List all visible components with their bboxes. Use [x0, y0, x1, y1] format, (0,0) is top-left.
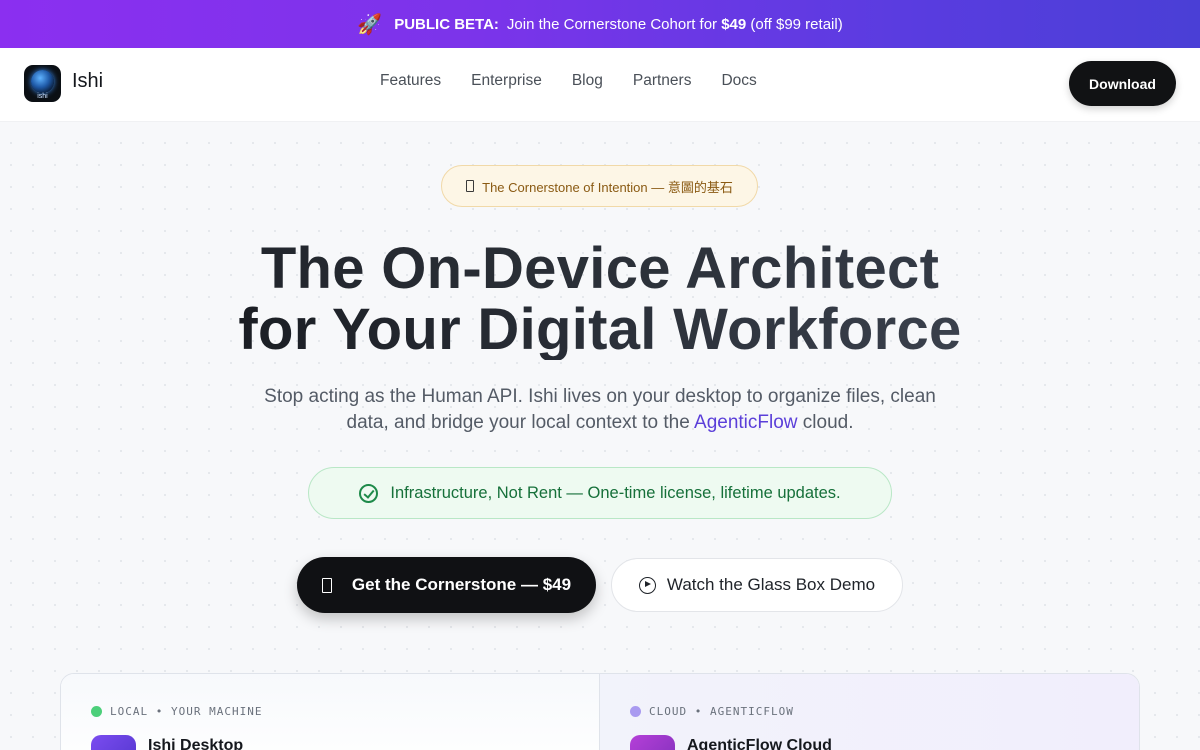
cloud-card-title: AgenticFlow Cloud [687, 737, 832, 750]
page-title: The On-Device Architect for Your Digital… [0, 238, 1200, 360]
brand-name[interactable]: Ishi [72, 70, 103, 93]
nav-links: Features Enterprise Blog Partners Docs [380, 72, 757, 90]
nav-link-features[interactable]: Features [380, 72, 441, 90]
status-dot-icon [630, 706, 641, 717]
logo-wordmark: ishi [37, 93, 48, 100]
hero-subtitle: Stop acting as the Human API. Ishi lives… [0, 384, 1200, 436]
orb-icon [31, 70, 54, 93]
status-dot-icon [91, 706, 102, 717]
watch-demo-button[interactable]: Watch the Glass Box Demo [611, 558, 903, 612]
nav-link-docs[interactable]: Docs [721, 72, 756, 90]
local-label: LOCAL • YOUR MACHINE [91, 705, 262, 718]
promo-banner[interactable]: 🚀 PUBLIC BETA: Join the Cornerstone Coho… [0, 0, 1200, 48]
local-card: LOCAL • YOUR MACHINE Ishi Desktop [61, 674, 600, 750]
architecture-panel: LOCAL • YOUR MACHINE Ishi Desktop CLOUD … [60, 673, 1140, 750]
license-text: Infrastructure, Not Rent — One-time lice… [390, 483, 841, 502]
cloud-label: CLOUD • AGENTICFLOW [630, 705, 794, 718]
nav-link-blog[interactable]: Blog [572, 72, 603, 90]
headline-line-2: for Your Digital Workforce [0, 299, 1200, 360]
subtitle-line-1: Stop acting as the Human API. Ishi lives… [264, 386, 936, 407]
download-button[interactable]: Download [1069, 61, 1176, 106]
ishi-logo[interactable]: ishi [24, 65, 61, 102]
tagline-pill: The Cornerstone of Intention — 意圖的基石 [441, 165, 758, 207]
tagline-text: The Cornerstone of Intention — 意圖的基石 [482, 179, 733, 195]
cornerstone-icon [321, 577, 332, 593]
agenticflow-cloud-icon [630, 735, 675, 750]
promo-badge: PUBLIC BETA: [394, 15, 499, 33]
watch-demo-label: Watch the Glass Box Demo [666, 575, 876, 594]
cloud-card: CLOUD • AGENTICFLOW AgenticFlow Cloud [600, 674, 1139, 750]
promo-suffix: (off $99 retail) [750, 15, 843, 33]
headline-line-1: The On-Device Architect [0, 238, 1200, 299]
license-badge: Infrastructure, Not Rent — One-time lice… [308, 467, 892, 519]
promo-text: Join the Cornerstone Cohort for $49 (off… [506, 15, 843, 33]
agenticflow-link[interactable]: AgenticFlow [694, 412, 798, 433]
promo-price: $49 [721, 15, 747, 33]
rocket-icon: 🚀 [357, 13, 383, 36]
local-card-title: Ishi Desktop [148, 737, 244, 750]
get-cornerstone-label: Get the Cornerstone — $49 [351, 575, 572, 594]
nav-link-enterprise[interactable]: Enterprise [471, 72, 542, 90]
get-cornerstone-button[interactable]: Get the Cornerstone — $49 [297, 557, 596, 613]
check-circle-icon [359, 483, 379, 503]
cornerstone-icon [466, 180, 475, 192]
ishi-desktop-icon [91, 735, 136, 750]
nav-link-partners[interactable]: Partners [633, 72, 692, 90]
top-nav: ishi Ishi Features Enterprise Blog Partn… [0, 48, 1200, 122]
subtitle-line-2: data, and bridge your local context to t… [346, 412, 854, 433]
play-circle-icon [638, 576, 656, 594]
